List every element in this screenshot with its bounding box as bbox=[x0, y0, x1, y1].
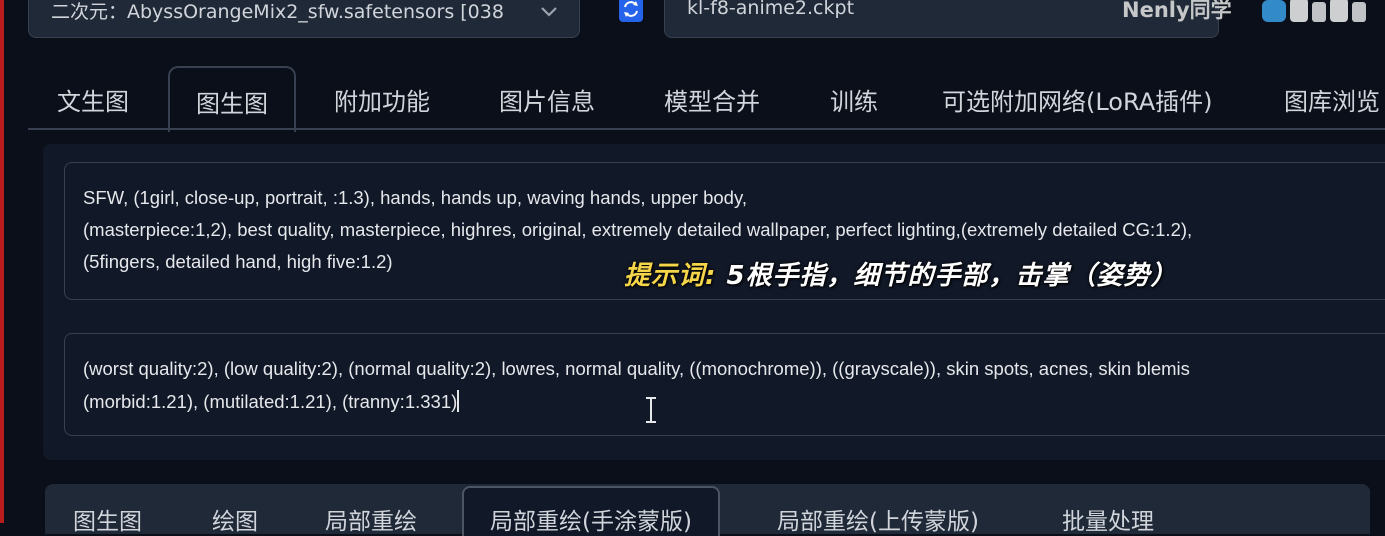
video-subtitle: 提示词: 5根手指，细节的手部，击掌（姿势） bbox=[624, 255, 1178, 292]
text-cursor-icon bbox=[646, 397, 656, 423]
tab-img2img[interactable]: 图生图 bbox=[168, 66, 296, 132]
subtitle-text: 5根手指，细节的手部，击掌（姿势） bbox=[726, 261, 1178, 291]
subtitle-label: 提示词: bbox=[624, 261, 717, 291]
subtab-inpaint-sketch[interactable]: 局部重绘(手涂蒙版) bbox=[462, 486, 720, 536]
prompt-line: SFW, (1girl, close-up, portrait, :1.3), … bbox=[83, 187, 747, 208]
subtab-inpaint[interactable]: 局部重绘 bbox=[325, 502, 417, 536]
tab-additional-networks[interactable]: 可选附加网络(LoRA插件) bbox=[942, 82, 1212, 117]
text-caret bbox=[457, 390, 460, 412]
tab-txt2img[interactable]: 文生图 bbox=[57, 82, 129, 117]
chevron-down-icon bbox=[541, 7, 557, 17]
tab-extras[interactable]: 附加功能 bbox=[334, 82, 430, 117]
tab-image-browser[interactable]: 图库浏览 bbox=[1284, 82, 1380, 117]
negative-prompt-line-wrap: (morbid:1.21), (mutilated:1.21), (tranny… bbox=[83, 385, 460, 419]
subtab-sketch[interactable]: 绘图 bbox=[212, 502, 258, 536]
vae-value: kl-f8-anime2.ckpt bbox=[687, 0, 855, 19]
prompt-line: (masterpiece:1,2), best quality, masterp… bbox=[83, 219, 1193, 240]
subtab-img2img[interactable]: 图生图 bbox=[73, 502, 142, 536]
negative-prompt-line: (morbid:1.21), (mutilated:1.21), (tranny… bbox=[83, 391, 458, 412]
tab-png-info[interactable]: 图片信息 bbox=[499, 82, 595, 117]
prompt-line: (5fingers, detailed hand, high five:1.2) bbox=[83, 251, 393, 272]
watermark-text: Nenly同学 bbox=[1122, 0, 1232, 22]
tab-checkpoint-merger[interactable]: 模型合并 bbox=[664, 82, 760, 117]
subtab-inpaint-upload[interactable]: 局部重绘(上传蒙版) bbox=[777, 502, 979, 536]
checkpoint-value: 二次元：AbyssOrangeMix2_sfw.safetensors [038 bbox=[51, 1, 504, 23]
negative-prompt-line: (worst quality:2), (low quality:2), (nor… bbox=[83, 358, 1190, 379]
checkpoint-dropdown[interactable]: 二次元：AbyssOrangeMix2_sfw.safetensors [038 bbox=[28, 0, 580, 38]
subtab-batch[interactable]: 批量处理 bbox=[1062, 502, 1154, 536]
refresh-icon bbox=[624, 1, 638, 17]
main-tab-bar: 文生图 图生图 附加功能 图片信息 模型合并 训练 可选附加网络(LoRA插件)… bbox=[0, 66, 1385, 132]
tab-divider bbox=[28, 128, 1385, 130]
bilibili-logo-icon bbox=[1262, 0, 1366, 22]
refresh-button[interactable] bbox=[619, 0, 643, 22]
tab-train[interactable]: 训练 bbox=[830, 82, 878, 117]
negative-prompt-textarea[interactable]: (worst quality:2), (low quality:2), (nor… bbox=[64, 333, 1385, 436]
